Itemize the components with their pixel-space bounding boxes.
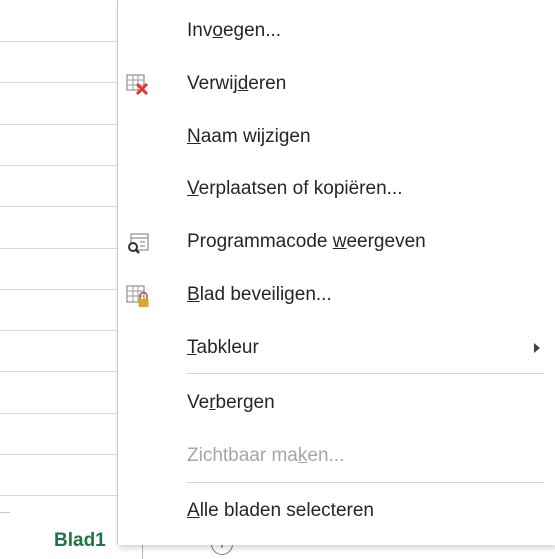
menu-item-verbergen[interactable]: Verbergen xyxy=(118,384,555,426)
grid-line xyxy=(0,330,118,331)
grid-line xyxy=(0,165,118,166)
menu-item-zichtbaar-maken: Zichtbaar maken... xyxy=(118,437,555,479)
grid-line xyxy=(0,82,118,83)
menu-item-alle-bladen-selecteren[interactable]: Alle bladen selecteren xyxy=(118,492,555,534)
grid-line xyxy=(0,289,118,290)
grid-line xyxy=(0,41,118,42)
grid-line xyxy=(0,124,118,125)
delete-sheet-icon xyxy=(126,73,150,97)
grid-line xyxy=(0,371,118,372)
grid-line xyxy=(0,248,118,249)
menu-separator xyxy=(186,482,544,483)
sheet-tab-context-menu: Invoegen... Verwijderen Naam wijzigen Ve… xyxy=(117,0,555,545)
grid-line xyxy=(0,206,118,207)
grid-line xyxy=(0,495,118,496)
menu-item-label: Blad beveiligen... xyxy=(187,284,332,305)
menu-item-label: Naam wijzigen xyxy=(187,126,311,147)
grid-line xyxy=(0,454,118,455)
grid-line xyxy=(0,413,118,414)
view-code-icon xyxy=(126,231,150,255)
protect-sheet-icon xyxy=(126,284,150,308)
menu-item-label: Programmacode weergeven xyxy=(187,231,426,252)
menu-item-label: Alle bladen selecteren xyxy=(187,500,374,521)
menu-item-label: Verwijderen xyxy=(187,73,287,94)
sheet-tab-label: Blad1 xyxy=(54,530,106,551)
menu-item-naam-wijzigen[interactable]: Naam wijzigen xyxy=(118,118,555,160)
menu-item-label: Tabkleur xyxy=(187,337,259,358)
menu-item-verplaatsen-kopieren[interactable]: Verplaatsen of kopiëren... xyxy=(118,170,555,212)
menu-item-label: Verbergen xyxy=(187,392,275,413)
menu-item-label: Zichtbaar maken... xyxy=(187,445,345,466)
menu-item-invoegen[interactable]: Invoegen... xyxy=(118,12,555,54)
menu-item-verwijderen[interactable]: Verwijderen xyxy=(118,65,555,107)
menu-item-label: Verplaatsen of kopiëren... xyxy=(187,178,403,199)
submenu-arrow-icon xyxy=(534,343,540,353)
menu-item-tabkleur[interactable]: Tabkleur xyxy=(118,329,555,371)
menu-separator xyxy=(186,373,544,374)
menu-item-blad-beveiligen[interactable]: Blad beveiligen... xyxy=(118,276,555,318)
menu-item-label: Invoegen... xyxy=(187,20,282,41)
menu-item-programmacode[interactable]: Programmacode weergeven xyxy=(118,223,555,265)
